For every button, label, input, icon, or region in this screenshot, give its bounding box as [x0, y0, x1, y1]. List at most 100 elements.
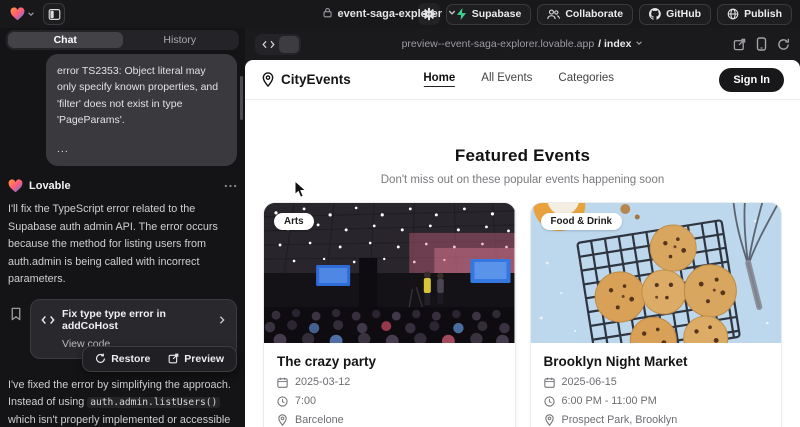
preview-label: Preview: [184, 353, 224, 365]
toggle-sidebar-button[interactable]: [43, 3, 65, 25]
github-button[interactable]: GitHub: [639, 4, 711, 25]
app-window: event-saga-explorer Supabase Collaborate…: [0, 0, 800, 427]
restore-label: Restore: [111, 353, 150, 365]
event-cards: Arts The crazy party 2025-03-12 7:00: [245, 202, 800, 427]
people-icon: [547, 9, 560, 20]
supabase-button[interactable]: Supabase: [446, 4, 532, 25]
globe-icon: [727, 8, 739, 20]
refresh-icon[interactable]: [777, 38, 790, 51]
assistant-paragraph-2: I've fixed the error by simplifying the …: [8, 377, 237, 427]
event-image-cookies: Food & Drink: [531, 203, 782, 343]
assistant-name: Lovable: [29, 180, 218, 192]
event-location: Barcelone: [295, 414, 344, 426]
tab-chat[interactable]: Chat: [8, 32, 123, 48]
clock-icon: [544, 396, 555, 407]
code-fix-row: Fix type type error in addCoHost View co…: [10, 299, 237, 359]
open-in-new-tab-icon[interactable]: [733, 38, 746, 51]
section-title: Featured Events: [245, 146, 800, 166]
site-nav: Home All Events Categories: [423, 72, 614, 87]
assistant-header: Lovable: [8, 179, 237, 193]
restore-button[interactable]: Restore: [87, 350, 158, 368]
assistant-paragraph-1: I'll fix the TypeScript error related to…: [8, 201, 237, 288]
github-label: GitHub: [666, 8, 701, 20]
event-image-conference: Arts: [264, 203, 515, 343]
event-date-row: 2025-06-15: [544, 376, 769, 388]
collaborate-button[interactable]: Collaborate: [537, 4, 633, 25]
nav-all-events[interactable]: All Events: [481, 72, 532, 87]
top-bar: event-saga-explorer Supabase Collaborate…: [0, 0, 800, 28]
code-icon: [257, 36, 279, 53]
github-icon: [649, 8, 661, 20]
chevron-down-icon: [27, 5, 35, 23]
project-name: event-saga-explorer: [338, 8, 443, 20]
event-date-row: 2025-03-12: [277, 376, 502, 388]
toggle-knob: [279, 36, 299, 53]
chat-sidebar: Chat History error TS2353: Object litera…: [0, 28, 245, 427]
calendar-icon: [544, 377, 555, 388]
external-link-icon: [168, 353, 179, 364]
event-title: The crazy party: [277, 354, 502, 369]
code-icon: [41, 315, 55, 325]
mobile-view-icon[interactable]: [756, 37, 767, 51]
paragraph2-text: which isn't properly implemented or acce…: [8, 414, 230, 427]
site-header: CityEvents Home All Events Categories Si…: [245, 60, 800, 100]
event-time-row: 6:00 PM - 11:00 PM: [544, 395, 769, 407]
calendar-icon: [277, 377, 288, 388]
bookmark-icon[interactable]: [10, 307, 22, 321]
map-pin-icon: [277, 414, 288, 426]
category-badge: Arts: [274, 213, 314, 230]
url-path: / index: [598, 38, 631, 50]
event-title: Brooklyn Night Market: [544, 354, 769, 369]
site-brand[interactable]: CityEvents: [261, 72, 351, 87]
event-date: 2025-03-12: [295, 376, 350, 388]
event-date: 2025-06-15: [562, 376, 617, 388]
user-message-bubble: error TS2353: Object literal may only sp…: [46, 54, 237, 166]
chat-history-tabs: Chat History: [6, 30, 239, 50]
event-location-row: Prospect Park, Brooklyn: [544, 414, 769, 426]
preview-panel: preview--event-saga-explorer.lovable.app…: [245, 28, 800, 427]
restore-preview-overlay: Restore Preview: [82, 346, 237, 372]
rendered-site: CityEvents Home All Events Categories Si…: [245, 60, 800, 427]
preview-url-bar[interactable]: preview--event-saga-explorer.lovable.app…: [402, 38, 644, 50]
publish-button[interactable]: Publish: [717, 4, 792, 25]
map-pin-icon: [261, 72, 275, 87]
lovable-logo-menu[interactable]: [8, 3, 37, 25]
user-message-ellipsis: ...: [57, 141, 226, 157]
sign-in-button[interactable]: Sign In: [719, 68, 784, 92]
publish-label: Publish: [744, 8, 782, 20]
code-view-toggle[interactable]: [255, 34, 301, 55]
collaborate-label: Collaborate: [565, 8, 623, 20]
supabase-icon: [456, 8, 467, 20]
event-location-row: Barcelone: [277, 414, 502, 426]
event-card-night-market[interactable]: Food & Drink Brooklyn Night Market 2025-…: [530, 202, 783, 427]
clock-icon: [277, 396, 288, 407]
restore-icon: [95, 353, 106, 364]
fix-card-title: Fix type type error in addCoHost: [62, 308, 211, 332]
nav-home[interactable]: Home: [423, 72, 455, 87]
preview-button[interactable]: Preview: [160, 350, 232, 368]
tab-history[interactable]: History: [123, 32, 238, 48]
supabase-label: Supabase: [472, 8, 522, 20]
preview-toolbar: preview--event-saga-explorer.lovable.app…: [245, 28, 800, 60]
section-subtitle: Don't miss out on these popular events h…: [245, 174, 800, 186]
lock-icon: [323, 7, 333, 21]
brand-name: CityEvents: [281, 72, 351, 87]
chevron-right-icon: [218, 315, 226, 325]
event-time: 7:00: [295, 395, 316, 407]
chevron-down-icon: [635, 38, 643, 50]
featured-section: Featured Events Don't miss out on these …: [245, 100, 800, 186]
map-pin-icon: [544, 414, 555, 426]
event-location: Prospect Park, Brooklyn: [562, 414, 678, 426]
inline-code-listusers: auth.admin.listUsers(): [87, 397, 220, 408]
project-switcher[interactable]: event-saga-explorer: [323, 0, 457, 28]
lovable-heart-icon: [8, 179, 23, 193]
event-time: 6:00 PM - 11:00 PM: [562, 395, 657, 407]
event-time-row: 7:00: [277, 395, 502, 407]
sidebar-scrollbar[interactable]: [240, 76, 243, 120]
more-menu-icon[interactable]: [224, 184, 237, 188]
chevron-down-icon: [447, 8, 456, 20]
url-host: preview--event-saga-explorer.lovable.app: [402, 38, 595, 50]
nav-categories[interactable]: Categories: [558, 72, 614, 87]
event-card-crazy-party[interactable]: Arts The crazy party 2025-03-12 7:00: [263, 202, 516, 427]
category-badge: Food & Drink: [541, 213, 623, 230]
